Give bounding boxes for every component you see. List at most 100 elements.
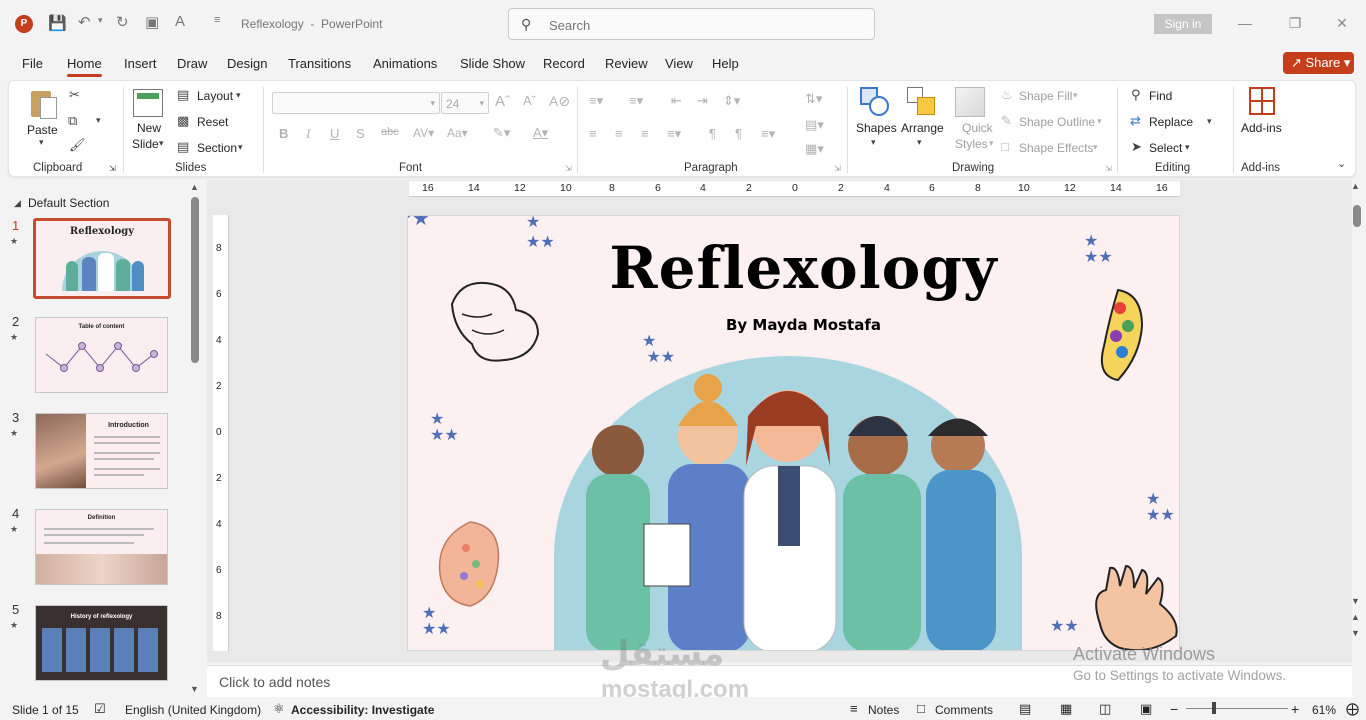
quick-styles-button[interactable]: Quick: [962, 121, 993, 135]
paste-button[interactable]: Paste: [27, 123, 58, 137]
scroll-down-icon[interactable]: ▼: [190, 684, 199, 694]
layout-icon[interactable]: ▤: [177, 87, 189, 103]
shape-effects-dropdown-icon[interactable]: ▾: [1093, 142, 1098, 153]
shapes-dropdown-icon[interactable]: ▾: [871, 137, 876, 148]
select-dropdown-icon[interactable]: ▾: [1185, 142, 1190, 153]
normal-view-icon[interactable]: ▤: [1019, 701, 1031, 717]
arrange-dropdown-icon[interactable]: ▾: [917, 137, 922, 148]
strikethrough-icon[interactable]: abc: [381, 126, 399, 138]
section-collapse-icon[interactable]: ◢: [14, 198, 21, 209]
underline-icon[interactable]: U: [330, 126, 339, 141]
copy-icon[interactable]: ⧉: [68, 113, 77, 129]
paste-icon[interactable]: [29, 87, 59, 121]
undo-icon[interactable]: ↶: [78, 13, 91, 31]
comments-icon[interactable]: □: [917, 701, 925, 716]
align-center-icon[interactable]: ≡: [615, 126, 623, 141]
share-button[interactable]: ↗ Share ▾: [1283, 52, 1354, 74]
paste-dropdown-icon[interactable]: ▾: [39, 137, 44, 148]
paragraph-launcher-icon[interactable]: ⇲: [834, 164, 841, 173]
scroll-up-icon[interactable]: ▲: [1351, 181, 1360, 191]
editor-scrollbar[interactable]: [1353, 205, 1361, 227]
notes-button[interactable]: Notes: [868, 703, 899, 717]
qat-customize-icon[interactable]: ≡: [214, 14, 220, 26]
shape-effects-button[interactable]: Shape Effects: [1019, 141, 1094, 155]
doctors-illustration[interactable]: [548, 356, 1028, 651]
drawing-launcher-icon[interactable]: ⇲: [1105, 164, 1112, 173]
tab-slide-show[interactable]: Slide Show: [460, 56, 525, 71]
reading-view-icon[interactable]: ◫: [1099, 701, 1111, 717]
section-title[interactable]: Default Section: [28, 196, 109, 210]
new-slide-button-line2[interactable]: Slide: [132, 137, 159, 151]
section-dropdown-icon[interactable]: ▾: [238, 142, 243, 153]
layout-button[interactable]: Layout: [197, 89, 233, 103]
shapes-button[interactable]: Shapes: [856, 121, 897, 135]
shape-fill-button[interactable]: Shape Fill: [1019, 89, 1072, 103]
cut-icon[interactable]: ✂: [69, 87, 80, 103]
slide-counter[interactable]: Slide 1 of 15: [12, 703, 79, 717]
tab-animations[interactable]: Animations: [373, 56, 437, 71]
notes-icon[interactable]: ≡: [850, 701, 858, 716]
line-spacing-icon[interactable]: ⇕▾: [723, 93, 740, 109]
arrange-button[interactable]: Arrange: [901, 121, 944, 135]
reset-icon[interactable]: ▩: [177, 113, 189, 129]
select-icon[interactable]: ➤: [1131, 139, 1142, 155]
comments-button[interactable]: Comments: [935, 703, 993, 717]
scroll-up-icon[interactable]: ▲: [190, 182, 199, 192]
thumbnail-slide-2[interactable]: Table of content: [35, 317, 168, 393]
tab-insert[interactable]: Insert: [124, 56, 157, 71]
ltr-icon[interactable]: ¶: [709, 126, 716, 141]
select-button[interactable]: Select: [1149, 141, 1182, 155]
clipboard-launcher-icon[interactable]: ⇲: [109, 164, 116, 173]
scroll-down-icon[interactable]: ▼: [1351, 596, 1360, 606]
align-right-icon[interactable]: ≡: [641, 126, 649, 141]
increase-indent-icon[interactable]: ⇥: [697, 93, 708, 109]
font-name-select[interactable]: ▾: [272, 92, 440, 114]
bullets-icon[interactable]: ≡▾: [589, 93, 603, 109]
undo-dropdown-icon[interactable]: ▾: [98, 15, 103, 26]
italic-icon[interactable]: I: [306, 126, 310, 142]
shape-outline-dropdown-icon[interactable]: ▾: [1097, 116, 1102, 127]
smartart-icon[interactable]: ▦▾: [805, 141, 824, 157]
zoom-out-icon[interactable]: −: [1170, 701, 1178, 717]
shape-fill-dropdown-icon[interactable]: ▾: [1073, 90, 1078, 101]
present-icon[interactable]: ▣: [145, 13, 159, 31]
align-text-icon[interactable]: ▤▾: [805, 117, 824, 133]
redo-icon[interactable]: ↻: [116, 13, 129, 31]
justify-icon[interactable]: ≡▾: [667, 126, 681, 142]
shape-effects-icon[interactable]: □: [1001, 139, 1009, 154]
section-icon[interactable]: ▤: [177, 139, 189, 155]
thumbnail-slide-1[interactable]: Reflexology: [33, 218, 171, 299]
add-ins-button[interactable]: Add-ins: [1241, 121, 1282, 135]
shape-fill-icon[interactable]: ♨: [1001, 87, 1013, 103]
tab-draw[interactable]: Draw: [177, 56, 207, 71]
next-slide-icon[interactable]: ▼: [1351, 628, 1360, 638]
restore-icon[interactable]: ❐: [1280, 10, 1310, 36]
tab-file[interactable]: File: [22, 56, 43, 71]
arrange-icon[interactable]: [907, 87, 937, 117]
replace-dropdown-icon[interactable]: ▾: [1207, 116, 1212, 127]
ribbon-collapse-icon[interactable]: ⌄: [1337, 157, 1346, 170]
find-icon[interactable]: ⚲: [1131, 87, 1141, 103]
close-icon[interactable]: ✕: [1327, 10, 1357, 36]
decrease-indent-icon[interactable]: ⇤: [671, 93, 682, 109]
search-input[interactable]: ⚲ Search: [508, 8, 875, 40]
tab-review[interactable]: Review: [605, 56, 648, 71]
decrease-font-icon[interactable]: Aˇ: [523, 93, 536, 108]
numbering-icon[interactable]: ≡▾: [629, 93, 643, 109]
tab-transitions[interactable]: Transitions: [288, 56, 351, 71]
font-launcher-icon[interactable]: ⇲: [565, 164, 572, 173]
spelling-check-icon[interactable]: ☑: [94, 701, 106, 717]
accessibility-status[interactable]: Accessibility: Investigate: [291, 703, 434, 717]
tab-design[interactable]: Design: [227, 56, 267, 71]
zoom-slider[interactable]: [1186, 708, 1288, 709]
thumbnail-scrollbar[interactable]: [191, 197, 199, 363]
align-left-icon[interactable]: ≡: [589, 126, 597, 141]
sign-in-button[interactable]: Sign in: [1154, 14, 1212, 34]
increase-font-icon[interactable]: Aˆ: [495, 93, 510, 110]
new-slide-icon[interactable]: [133, 89, 163, 117]
fit-to-window-icon[interactable]: ⨁: [1346, 701, 1359, 717]
replace-button[interactable]: Replace: [1149, 115, 1193, 129]
tab-help[interactable]: Help: [712, 56, 739, 71]
highlight-icon[interactable]: ✎▾: [493, 125, 510, 141]
tab-home[interactable]: Home: [67, 56, 102, 77]
